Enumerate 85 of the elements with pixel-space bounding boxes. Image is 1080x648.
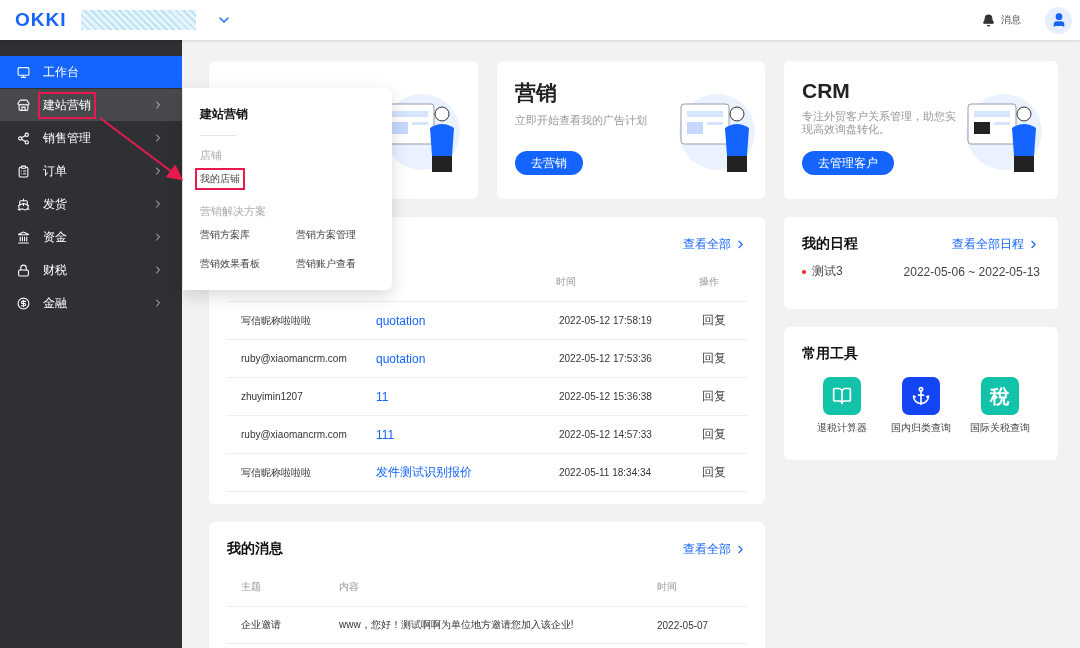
- sidebar-label: 工作台: [42, 63, 80, 81]
- sidebar-item[interactable]: 金融: [0, 287, 182, 319]
- card-title: 常用工具: [802, 345, 858, 363]
- flyout-item[interactable]: 营销效果看板: [195, 253, 265, 275]
- flyout-item[interactable]: 营销账户查看: [291, 253, 361, 275]
- column-header: 操作: [699, 275, 720, 289]
- subject-link[interactable]: 111: [376, 427, 559, 442]
- subject-link[interactable]: quotation: [376, 313, 559, 328]
- table-cell-text: 写信昵称啦啦啦: [241, 465, 312, 480]
- card-subtitle: 立即开始查看我的广告计划: [515, 114, 648, 127]
- column-header: 主题: [241, 580, 262, 594]
- sidebar-label: 资金: [42, 228, 68, 246]
- table-cell-text: 2022-05-12 15:36:38: [559, 391, 653, 402]
- flyout-item[interactable]: 营销方案库: [195, 224, 255, 246]
- tool-button[interactable]: [902, 377, 940, 415]
- section-heading: 店铺: [200, 148, 223, 163]
- notifications-link[interactable]: 消息: [1001, 13, 1021, 27]
- highlight-frame: 建站营销: [38, 91, 96, 119]
- table-cell-text: 2022-05-07: [657, 619, 710, 631]
- menu-icon: [17, 98, 30, 112]
- table-cell-text: 2022-05-11 18:34:34: [559, 467, 653, 478]
- menu-icon: [17, 164, 30, 178]
- card-title: 营销: [515, 80, 558, 106]
- logo[interactable]: OKKI: [15, 9, 67, 31]
- view-all-schedule-link[interactable]: 查看全部日程: [952, 235, 1040, 253]
- table-cell-text: www，您好！测试啊啊为单位地方邀请您加入该企业!: [339, 618, 575, 632]
- card-subtitle: 专注外贸客户关系管理，助您实现高效询盘转化。: [802, 110, 957, 136]
- sidebar-label: 金融: [42, 294, 68, 312]
- tool-label: 国内归类查询: [891, 421, 951, 435]
- anchor-icon: [911, 386, 931, 406]
- sidebar-item[interactable]: 财税: [0, 254, 182, 286]
- book-icon: [831, 386, 852, 406]
- tool-label: 退税计算器: [816, 421, 867, 435]
- reply-link[interactable]: 回复: [702, 464, 747, 481]
- view-all-link[interactable]: 查看全部: [683, 235, 747, 253]
- table-cell-text: zhuyimin1207: [241, 391, 304, 402]
- event-date-range: 2022-05-06 ~ 2022-05-13: [903, 264, 1040, 279]
- table-cell-text: 2022-05-12 17:53:36: [559, 353, 653, 364]
- subject-link[interactable]: 11: [376, 389, 559, 404]
- sidebar-item[interactable]: 订单: [0, 155, 182, 187]
- flyout-item[interactable]: 营销方案管理: [291, 224, 361, 246]
- column-header: 时间: [657, 580, 678, 594]
- table-cell-text: ruby@xiaomancrm.com: [241, 353, 348, 364]
- subject-link[interactable]: 发件测试识别报价: [376, 464, 559, 481]
- reply-link[interactable]: 回复: [702, 388, 747, 405]
- tax-glyph-icon: 稅: [990, 382, 1011, 410]
- card-title: 我的消息: [227, 540, 283, 558]
- table-cell-text: 2022-05-12 17:58:19: [559, 315, 653, 326]
- view-all-link[interactable]: 查看全部: [683, 540, 747, 558]
- sidebar-item[interactable]: 工作台: [0, 56, 182, 88]
- sidebar-label: 发货: [42, 195, 68, 213]
- bell-icon[interactable]: [982, 13, 995, 27]
- menu-icon: [17, 263, 30, 277]
- card-title: 我的日程: [802, 235, 858, 253]
- menu-icon: [17, 230, 30, 244]
- card-title: CRM: [802, 79, 851, 103]
- card-button[interactable]: 去营销: [515, 151, 583, 175]
- card-button[interactable]: 去管理客户: [802, 151, 894, 175]
- avatar[interactable]: [1045, 6, 1072, 34]
- tool-label: 国际关税查询: [970, 421, 1031, 435]
- table-cell-text: ruby@xiaomancrm.com: [241, 429, 348, 440]
- column-header: 时间: [556, 275, 577, 289]
- sidebar-label: 财税: [42, 261, 68, 279]
- sidebar-item[interactable]: 资金: [0, 221, 182, 253]
- reply-link[interactable]: 回复: [702, 350, 747, 367]
- reply-link[interactable]: 回复: [702, 312, 747, 329]
- section-heading: 营销解决方案: [200, 204, 267, 219]
- sidebar-item[interactable]: 销售管理: [0, 122, 182, 154]
- highlight-frame[interactable]: 我的店铺: [195, 168, 245, 190]
- sidebar-item[interactable]: 发货: [0, 188, 182, 220]
- sidebar-label: 订单: [42, 162, 68, 180]
- table-cell-text: 2022-05-12 14:57:33: [559, 429, 653, 440]
- subject-link[interactable]: quotation: [376, 351, 559, 366]
- sidebar-label: 销售管理: [42, 129, 92, 147]
- table-cell-text: 写信昵称啦啦啦: [241, 313, 312, 328]
- flyout-title: 建站营销: [200, 106, 248, 123]
- reply-link[interactable]: 回复: [702, 426, 747, 443]
- menu-icon: [17, 131, 30, 145]
- menu-icon: [17, 296, 30, 310]
- menu-icon: [17, 197, 30, 211]
- column-header: 内容: [339, 580, 360, 594]
- table-cell-text: 企业邀请: [241, 618, 282, 632]
- sidebar-item[interactable]: 建站营销: [0, 89, 182, 121]
- menu-icon: [17, 65, 30, 79]
- event-title: 测试3: [812, 263, 843, 280]
